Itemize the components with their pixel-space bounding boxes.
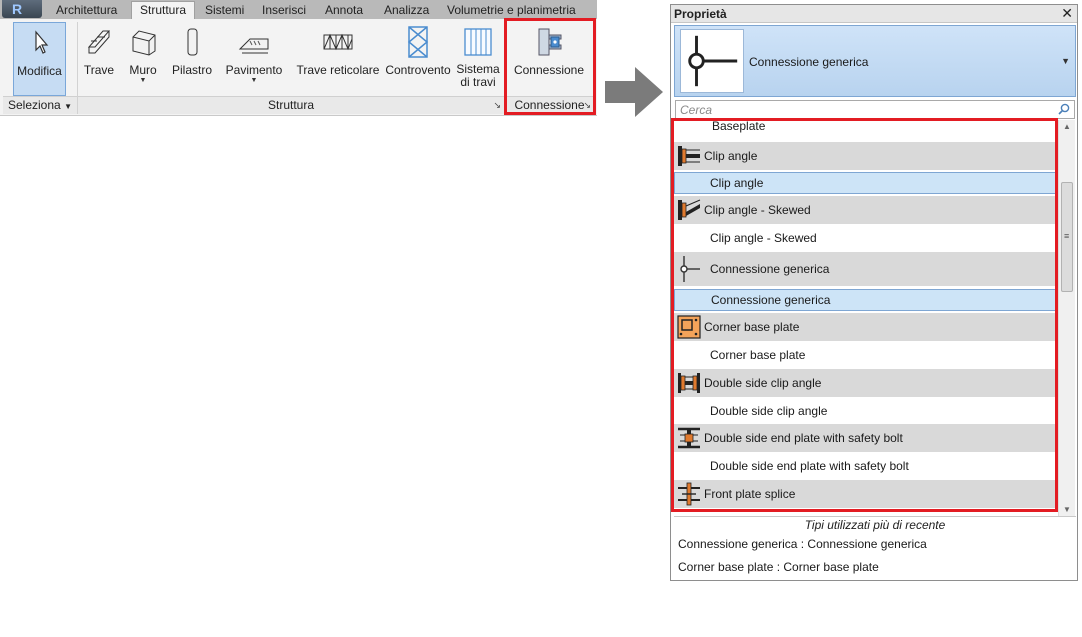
panel-seleziona-label: Seleziona [8, 98, 61, 112]
pavimento-label: Pavimento [225, 63, 283, 77]
generic-connection-icon [688, 35, 738, 87]
ribbon-tab-bar: R Architettura Struttura Sistemi Inseris… [0, 0, 597, 19]
application-menu-button[interactable]: R [2, 0, 42, 18]
connessione-highlight-box [504, 18, 596, 115]
grip-icon: ≡ [1064, 231, 1070, 241]
chevron-down-icon: ▼ [64, 102, 72, 111]
truss-icon [323, 33, 353, 51]
list-scrollbar[interactable]: ▲ ≡ ▼ [1058, 120, 1075, 516]
close-icon[interactable]: ✕ [1061, 5, 1073, 22]
panel-seleziona[interactable]: Seleziona ▼ [3, 96, 77, 114]
controvento-button[interactable]: Controvento [382, 22, 454, 96]
trave-label: Trave [83, 63, 115, 77]
recent-type-item[interactable]: Corner base plate : Corner base plate [678, 560, 879, 574]
search-icon[interactable] [1058, 103, 1070, 115]
trave-button[interactable]: Trave [80, 22, 118, 96]
chevron-down-icon: ▼ [250, 77, 258, 84]
selected-type-name: Connessione generica [749, 55, 869, 69]
cursor-arrow-icon [34, 30, 48, 54]
muro-label: Muro [129, 63, 157, 77]
tab-inserisci[interactable]: Inserisci [262, 2, 306, 19]
properties-title-bar: Proprietà ✕ [671, 5, 1077, 23]
panel-struttura: Struttura ↘ [78, 96, 504, 114]
revit-logo-icon: R [12, 1, 23, 17]
beam-icon [87, 30, 111, 54]
trave-reticolare-button[interactable]: Trave reticolare [295, 22, 381, 96]
type-search-input[interactable]: Cerca [675, 100, 1075, 119]
type-thumbnail [680, 29, 744, 93]
beam-system-icon [464, 28, 492, 56]
tab-analizza[interactable]: Analizza [384, 2, 429, 19]
dialog-launcher-icon[interactable]: ↘ [493, 97, 501, 114]
search-placeholder: Cerca [680, 103, 713, 117]
type-list-highlight-box [671, 118, 1058, 512]
pilastro-button[interactable]: Pilastro [170, 22, 214, 96]
modifica-label: Modifica [17, 64, 62, 78]
tab-annota[interactable]: Annota [325, 2, 363, 19]
pavimento-button[interactable]: Pavimento ▼ [223, 22, 285, 96]
pilastro-label: Pilastro [171, 63, 212, 77]
scroll-up-icon[interactable]: ▲ [1063, 122, 1071, 131]
controvento-label: Controvento [385, 63, 451, 77]
tab-architettura[interactable]: Architettura [56, 2, 117, 19]
tab-sistemi[interactable]: Sistemi [205, 2, 244, 19]
trave-reticolare-label: Trave reticolare [296, 63, 380, 77]
tab-volumetrie[interactable]: Volumetrie e planimetria [447, 2, 576, 19]
recent-type-item[interactable]: Connessione generica : Connessione gener… [678, 537, 927, 551]
wall-icon [132, 30, 156, 56]
chevron-down-icon[interactable]: ▼ [1061, 56, 1070, 66]
panel-struttura-label: Struttura [267, 98, 315, 112]
sistema-di-travi-button[interactable]: Sistema di travi [455, 22, 501, 98]
floor-icon [238, 38, 269, 54]
ribbon: R Architettura Struttura Sistemi Inseris… [0, 0, 597, 116]
recent-types-header: Tipi utilizzati più di recente [674, 516, 1076, 532]
right-arrow-icon [605, 67, 663, 117]
modifica-button[interactable]: Modifica [13, 22, 66, 96]
sistema-label-line2: di travi [460, 75, 496, 89]
column-icon [187, 28, 198, 56]
tab-struttura[interactable]: Struttura [131, 1, 196, 19]
muro-button[interactable]: Muro ▼ [124, 22, 162, 96]
scrollbar-thumb[interactable]: ≡ [1061, 182, 1073, 292]
scroll-down-icon[interactable]: ▼ [1063, 505, 1071, 514]
brace-icon [407, 26, 429, 58]
type-selector[interactable]: Connessione generica ▼ [674, 25, 1076, 97]
properties-title: Proprietà [674, 7, 727, 21]
chevron-down-icon: ▼ [139, 77, 147, 84]
